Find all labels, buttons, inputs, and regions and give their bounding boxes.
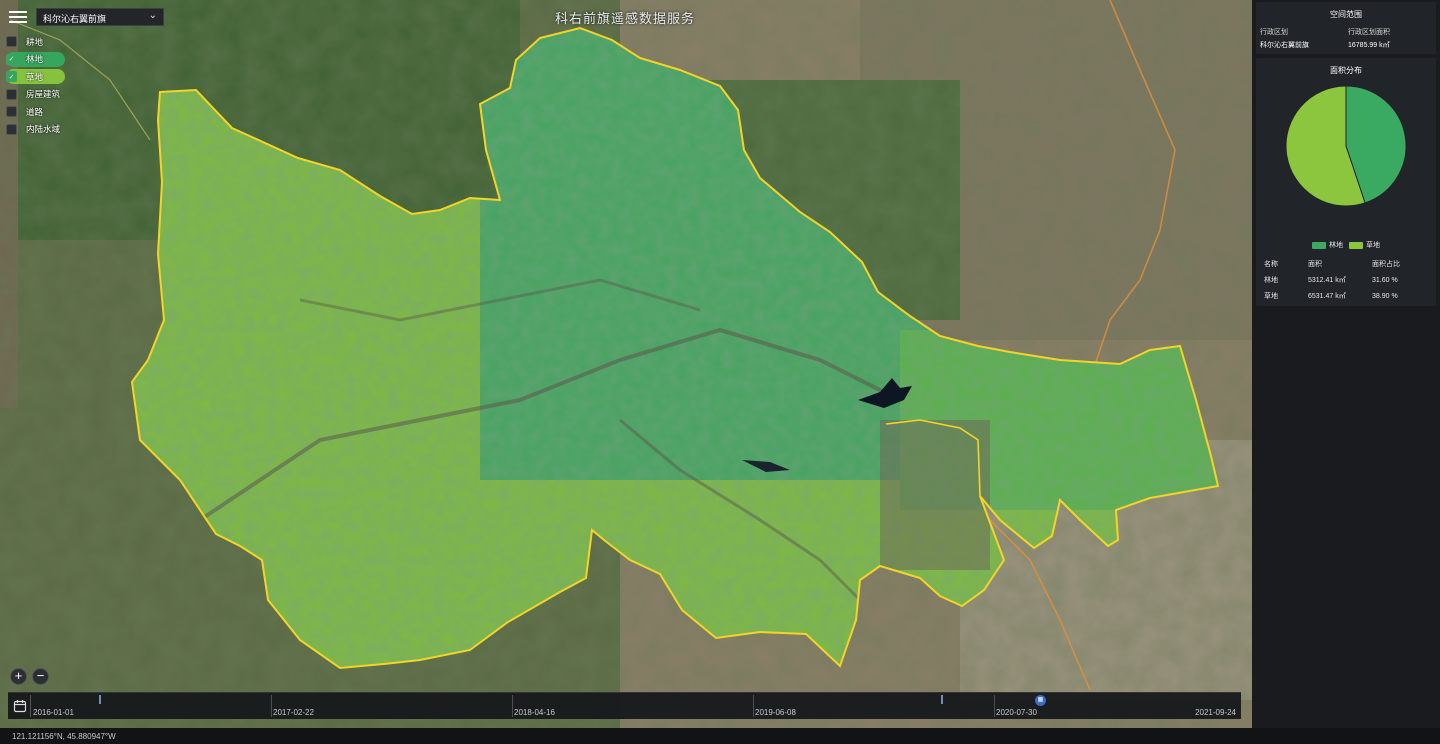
legend-item-forest[interactable]: 林地 bbox=[1312, 240, 1343, 250]
menu-icon-bar bbox=[9, 16, 27, 18]
layer-label: 林地 bbox=[26, 54, 44, 64]
spatial-range-card: 空间范围 行政区划 行政区划面积 科尔沁右翼前旗 16785.99 k㎡ bbox=[1256, 2, 1436, 54]
menu-button[interactable] bbox=[8, 8, 28, 26]
status-bar: 121.121156°N, 45.880947°W bbox=[0, 728, 1440, 744]
layer-item-roads[interactable]: 道路 bbox=[6, 104, 65, 119]
layer-item-cropland[interactable]: 耕地 bbox=[6, 34, 65, 49]
coordinates-readout: 121.121156°N, 45.880947°W bbox=[12, 732, 116, 741]
timeline-tick-label: 2017-02-22 bbox=[273, 708, 314, 717]
timeline-tick-label: 2016-01-01 bbox=[33, 708, 74, 717]
timeline-start-handle[interactable] bbox=[99, 695, 101, 704]
calendar-icon[interactable] bbox=[13, 699, 27, 713]
layer-checkbox[interactable]: ✓ bbox=[6, 53, 17, 65]
zoom-out-button[interactable]: − bbox=[32, 668, 49, 685]
admin-area-value: 16785.99 k㎡ bbox=[1348, 42, 1390, 49]
timeline-tick bbox=[753, 695, 754, 717]
timeline-tick bbox=[994, 695, 995, 717]
region-select[interactable]: 科尔沁右翼前旗 ⌄ bbox=[36, 8, 164, 26]
spatial-value-row: 科尔沁右翼前旗 16785.99 k㎡ bbox=[1260, 40, 1432, 50]
timeline-track[interactable]: 2016-01-01 2017-02-22 2018-04-16 2019-06… bbox=[30, 695, 1238, 717]
timeline-tick bbox=[512, 695, 513, 717]
layer-checkbox[interactable] bbox=[6, 106, 17, 117]
timeline-tick-label: 2021-09-24 bbox=[1195, 708, 1236, 717]
spatial-header-row: 行政区划 行政区划面积 bbox=[1260, 27, 1432, 37]
area-pie-chart bbox=[1285, 85, 1407, 207]
area-distribution-card: 面积分布 林地 草地 名称 面积 面积占比 林地 5312.41 k㎡ 31.6… bbox=[1256, 58, 1436, 306]
area-stats-table: 名称 面积 面积占比 林地 5312.41 k㎡ 31.60 % 草地 6531… bbox=[1264, 256, 1430, 304]
satellite-map[interactable] bbox=[0, 0, 1252, 728]
legend-swatch bbox=[1349, 241, 1363, 249]
legend-label: 草地 bbox=[1366, 242, 1380, 249]
layer-label: 草地 bbox=[26, 71, 44, 82]
layer-item-buildings[interactable]: 房屋建筑 bbox=[6, 87, 65, 102]
row-name: 草地 bbox=[1264, 293, 1278, 300]
spatial-range-title: 空间范围 bbox=[1330, 10, 1362, 19]
row-pct: 38.90 % bbox=[1372, 292, 1398, 300]
legend-item-grassland[interactable]: 草地 bbox=[1349, 240, 1380, 250]
layer-checkbox[interactable] bbox=[6, 123, 17, 135]
app: 科右前旗遥感数据服务 科尔沁右翼前旗 ⌄ 耕地 ✓ 林地 ✓ 草地 房屋建筑 道… bbox=[0, 0, 1440, 744]
timeline-tick-label: 2018-04-16 bbox=[514, 708, 555, 717]
chevron-down-icon: ⌄ bbox=[148, 10, 157, 21]
menu-icon-bar bbox=[9, 21, 27, 23]
layer-list: 耕地 ✓ 林地 ✓ 草地 房屋建筑 道路 内陆水域 bbox=[6, 34, 66, 139]
map-title: 科右前旗遥感数据服务 bbox=[554, 11, 695, 26]
area-distribution-title: 面积分布 bbox=[1330, 66, 1362, 75]
layer-label: 道路 bbox=[26, 106, 44, 117]
layer-item-inland-water[interactable]: 内陆水域 bbox=[6, 122, 65, 137]
timeline-tick-label: 2019-06-08 bbox=[755, 708, 796, 717]
map-view[interactable]: 科右前旗遥感数据服务 科尔沁右翼前旗 ⌄ 耕地 ✓ 林地 ✓ 草地 房屋建筑 道… bbox=[0, 0, 1252, 728]
row-area: 5312.41 k㎡ bbox=[1308, 277, 1346, 284]
layer-label: 内陆水域 bbox=[26, 124, 61, 134]
admin-division-header: 行政区划 bbox=[1260, 29, 1288, 36]
table-row: 草地 6531.47 k㎡ 38.90 % bbox=[1264, 288, 1430, 304]
pie-legend: 林地 草地 bbox=[1256, 240, 1436, 250]
row-pct: 31.60 % bbox=[1372, 276, 1398, 284]
admin-division-value: 科尔沁右翼前旗 bbox=[1260, 42, 1309, 49]
legend-label: 林地 bbox=[1329, 242, 1343, 249]
row-area: 6531.47 k㎡ bbox=[1308, 293, 1346, 300]
row-name: 林地 bbox=[1264, 277, 1278, 284]
legend-swatch bbox=[1312, 241, 1326, 249]
layer-label: 房屋建筑 bbox=[26, 89, 61, 99]
layer-checkbox[interactable] bbox=[6, 88, 17, 100]
timeline-end-handle[interactable] bbox=[941, 695, 943, 704]
layer-checkbox[interactable]: ✓ bbox=[6, 71, 17, 82]
timeline-tick-label: 2020-07-30 bbox=[996, 708, 1037, 717]
layer-label: 耕地 bbox=[26, 36, 44, 47]
region-select-value: 科尔沁右翼前旗 bbox=[43, 14, 107, 24]
zoom-in-button[interactable]: + bbox=[10, 668, 27, 685]
timeline-tick bbox=[271, 695, 272, 717]
table-header: 面积 bbox=[1308, 261, 1322, 268]
timeline[interactable]: 2016-01-01 2017-02-22 2018-04-16 2019-06… bbox=[8, 692, 1241, 719]
admin-area-header: 行政区划面积 bbox=[1348, 29, 1390, 36]
table-header: 面积占比 bbox=[1372, 261, 1400, 268]
layer-item-forest[interactable]: ✓ 林地 bbox=[6, 51, 66, 67]
info-panel: 空间范围 行政区划 行政区划面积 科尔沁右翼前旗 16785.99 k㎡ 面积分… bbox=[1252, 0, 1440, 728]
menu-icon-bar bbox=[9, 11, 27, 13]
table-row: 林地 5312.41 k㎡ 31.60 % bbox=[1264, 272, 1430, 288]
layer-checkbox[interactable] bbox=[6, 36, 17, 47]
layer-item-grassland[interactable]: ✓ 草地 bbox=[6, 69, 66, 84]
table-header: 名称 bbox=[1264, 261, 1278, 268]
table-header-row: 名称 面积 面积占比 bbox=[1264, 256, 1430, 272]
timeline-current-marker[interactable]: ▦ bbox=[1035, 695, 1046, 706]
